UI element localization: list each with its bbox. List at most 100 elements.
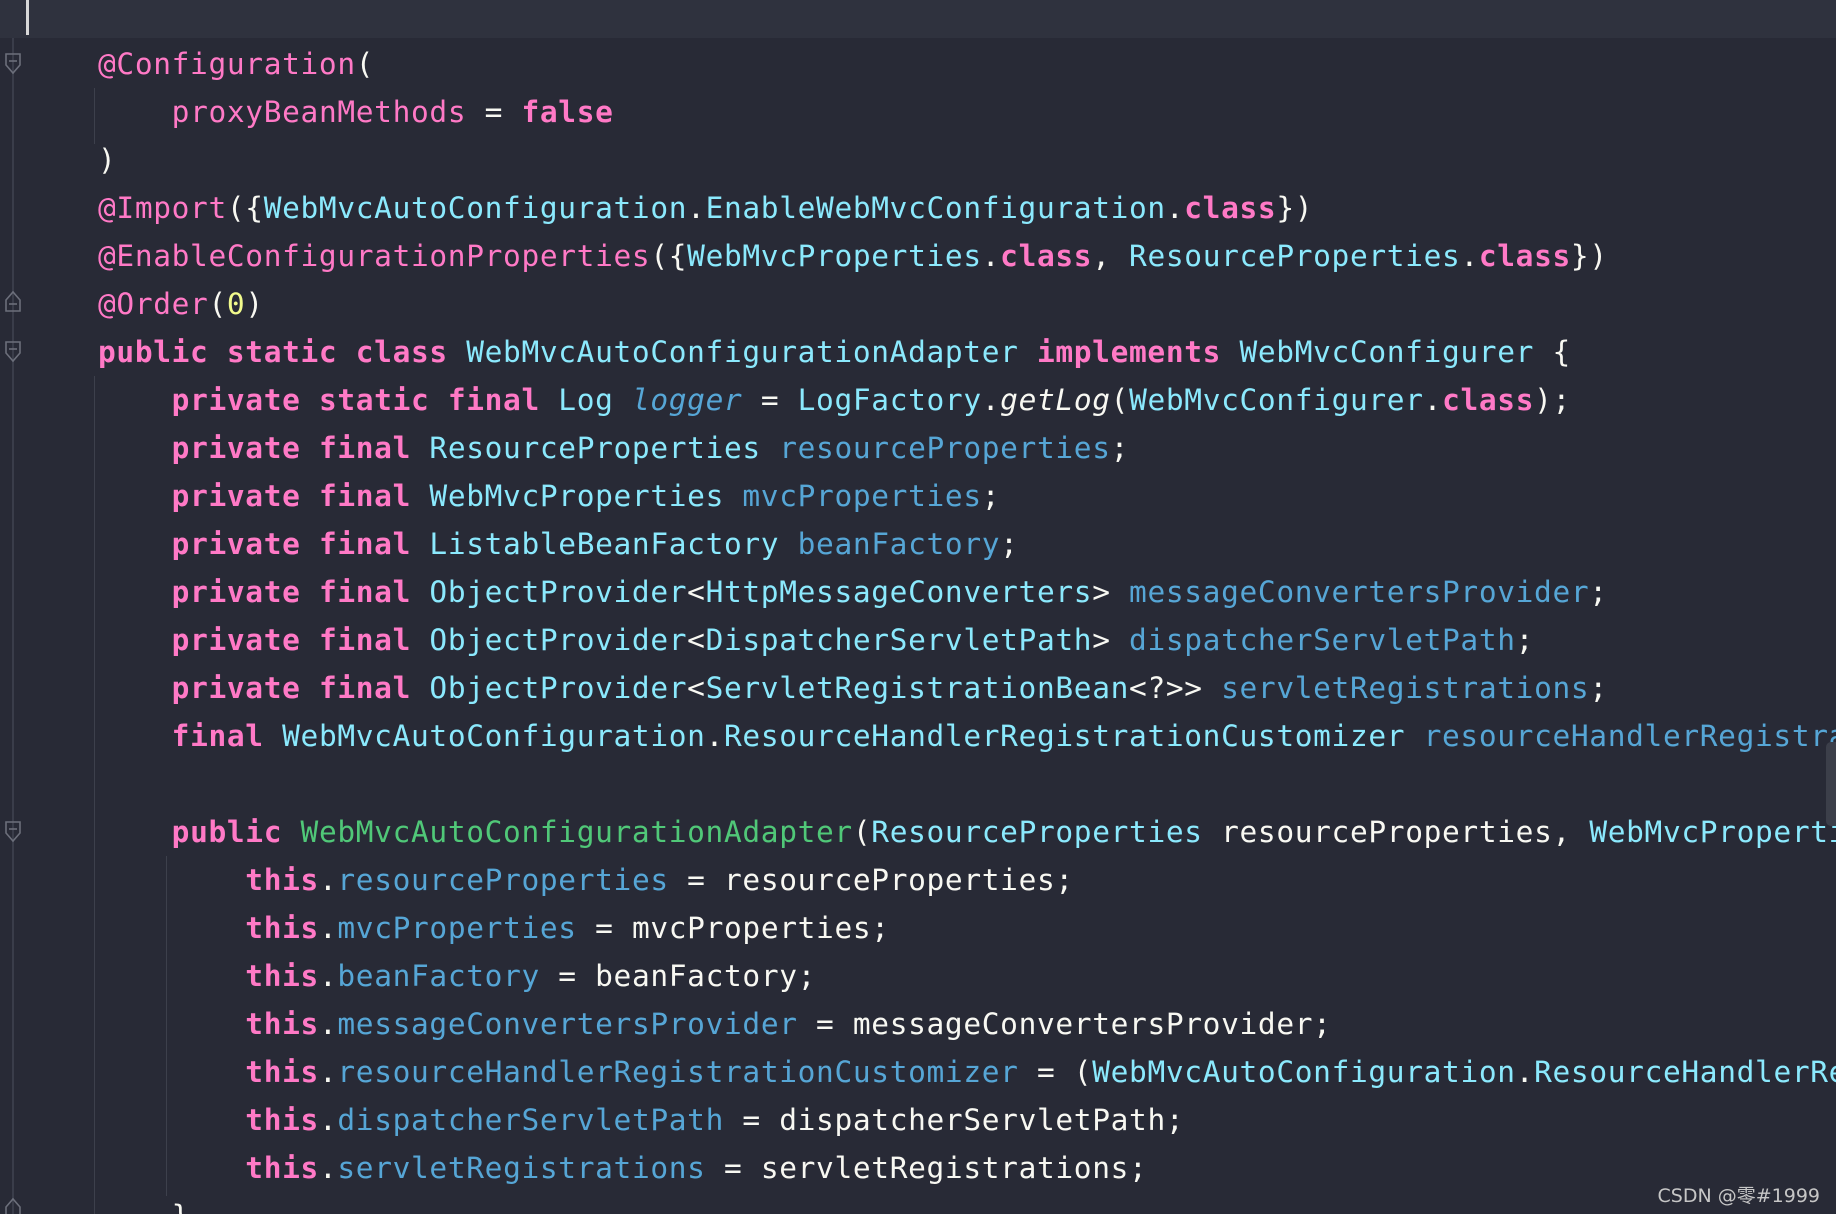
keyword-token: private final bbox=[171, 575, 430, 609]
type-token: ResourceHandlerRegi bbox=[1534, 1055, 1836, 1089]
plain-token: . bbox=[318, 1151, 338, 1185]
type-token: WebMvcProperties bbox=[429, 479, 743, 513]
keyword-token: private final bbox=[171, 671, 430, 705]
field-token: mvcProperties bbox=[742, 479, 982, 513]
code-line[interactable]: } bbox=[98, 1192, 1836, 1214]
type-token: EnableWebMvcConfiguration bbox=[705, 191, 1166, 225]
plain-token: ; bbox=[1110, 431, 1130, 465]
plain-token: . bbox=[687, 191, 706, 225]
code-line[interactable]: this.dispatcherServletPath = dispatcherS… bbox=[98, 1096, 1836, 1144]
fold-marker-icon[interactable] bbox=[3, 1196, 23, 1214]
type-token: WebMvcAutoConfiguration bbox=[1092, 1055, 1516, 1089]
code-line[interactable]: private static final Log logger = LogFac… bbox=[98, 376, 1836, 424]
annotation-token: @Import bbox=[98, 191, 227, 225]
type-token: WebMvcAutoConfiguration bbox=[282, 719, 706, 753]
keyword-token: class bbox=[1442, 383, 1535, 417]
type-token: WebMvcConfigurer bbox=[1129, 383, 1424, 417]
field-token: beanFactory bbox=[337, 959, 540, 993]
plain-token: . bbox=[1460, 239, 1479, 273]
code-line[interactable]: @EnableConfigurationProperties({WebMvcPr… bbox=[98, 232, 1836, 280]
plain-token: . bbox=[1165, 191, 1185, 225]
code-line[interactable]: @Configuration( bbox=[98, 40, 1836, 88]
type-token: ObjectProvider bbox=[429, 671, 688, 705]
fold-marker-icon[interactable] bbox=[3, 52, 23, 76]
plain-token: resourceProperties, bbox=[1221, 815, 1590, 849]
type-token: ObjectProvider bbox=[429, 623, 688, 657]
field-token: dispatcherServletPath bbox=[337, 1103, 724, 1137]
editor-top-strip bbox=[0, 0, 1836, 38]
scrollbar-thumb[interactable] bbox=[1826, 742, 1836, 826]
plain-token: = dispatcherServletPath; bbox=[724, 1103, 1185, 1137]
type-token: WebMvcProperties bbox=[687, 239, 982, 273]
plain-token: . bbox=[705, 719, 724, 753]
plain-token: ) bbox=[245, 287, 264, 321]
code-line[interactable]: @Order(0) bbox=[98, 280, 1836, 328]
indent-guide bbox=[94, 88, 95, 144]
fold-marker-icon[interactable] bbox=[3, 289, 23, 313]
indent-guide bbox=[94, 376, 95, 1214]
keyword-token: false bbox=[521, 95, 614, 129]
code-line[interactable]: ​ bbox=[98, 760, 1836, 808]
keyword-token: this bbox=[245, 1055, 319, 1089]
field-token: resourceHandlerRegistrationCustomizer bbox=[337, 1055, 1019, 1089]
plain-token: . bbox=[981, 239, 1001, 273]
code-editor[interactable]: @Configuration( proxyBeanMethods = false… bbox=[0, 0, 1836, 1214]
plain-token: . bbox=[318, 863, 338, 897]
code-line[interactable]: this.messageConvertersProvider = message… bbox=[98, 1000, 1836, 1048]
plain-token: = bbox=[742, 383, 798, 417]
code-line[interactable]: this.resourceProperties = resourceProper… bbox=[98, 856, 1836, 904]
code-line[interactable]: this.servletRegistrations = servletRegis… bbox=[98, 1144, 1836, 1192]
plain-token: ; bbox=[981, 479, 1001, 513]
keyword-token: this bbox=[245, 1103, 319, 1137]
code-line[interactable]: private final ObjectProvider<HttpMessage… bbox=[98, 568, 1836, 616]
code-line[interactable]: public static class WebMvcAutoConfigurat… bbox=[98, 328, 1836, 376]
code-line[interactable]: proxyBeanMethods = false bbox=[98, 88, 1836, 136]
code-line[interactable]: @Import({WebMvcAutoConfiguration.EnableW… bbox=[98, 184, 1836, 232]
keyword-token: this bbox=[245, 1151, 319, 1185]
plain-token: ; bbox=[1589, 575, 1608, 609]
code-line[interactable]: private final ResourceProperties resourc… bbox=[98, 424, 1836, 472]
code-line[interactable]: private final ObjectProvider<DispatcherS… bbox=[98, 616, 1836, 664]
plain-token: = servletRegistrations; bbox=[705, 1151, 1148, 1185]
plain-token: ( bbox=[852, 815, 872, 849]
code-line[interactable]: private final WebMvcProperties mvcProper… bbox=[98, 472, 1836, 520]
code-line[interactable]: this.resourceHandlerRegistrationCustomiz… bbox=[98, 1048, 1836, 1096]
code-line[interactable]: private final ListableBeanFactory beanFa… bbox=[98, 520, 1836, 568]
type-token: ResourceProperties bbox=[871, 815, 1222, 849]
watermark-text: CSDN @零#1999 bbox=[1657, 1185, 1820, 1207]
field-token: messageConvertersProvider bbox=[337, 1007, 798, 1041]
fold-marker-icon[interactable] bbox=[3, 340, 23, 364]
code-line[interactable]: this.beanFactory = beanFactory; bbox=[98, 952, 1836, 1000]
annotation-token: @EnableConfigurationProperties bbox=[98, 239, 651, 273]
code-line[interactable]: public WebMvcAutoConfigurationAdapter(Re… bbox=[98, 808, 1836, 856]
plain-token: . bbox=[981, 383, 1001, 417]
type-token: ResourceProperties bbox=[429, 431, 780, 465]
code-area[interactable]: @Configuration( proxyBeanMethods = false… bbox=[98, 40, 1836, 1214]
field-token: dispatcherServletPath bbox=[1129, 623, 1516, 657]
fold-marker-icon[interactable] bbox=[3, 820, 23, 844]
keyword-token: class bbox=[1184, 191, 1277, 225]
keyword-token: final bbox=[171, 719, 283, 753]
type-token: LogFactory bbox=[797, 383, 982, 417]
plain-token: . bbox=[318, 1055, 338, 1089]
code-line[interactable]: this.mvcProperties = mvcProperties; bbox=[98, 904, 1836, 952]
type-token: ResourceProperties bbox=[1129, 239, 1461, 273]
field-token: servletRegistrations bbox=[1221, 671, 1590, 705]
plain-token: ); bbox=[1534, 383, 1571, 417]
code-line[interactable]: final WebMvcAutoConfiguration.ResourceHa… bbox=[98, 712, 1836, 760]
plain-token: < bbox=[687, 671, 706, 705]
plain-token: . bbox=[318, 959, 338, 993]
code-line[interactable]: private final ObjectProvider<ServletRegi… bbox=[98, 664, 1836, 712]
field-token: beanFactory bbox=[797, 527, 1001, 561]
code-line[interactable]: ) bbox=[98, 136, 1836, 184]
keyword-token: private final bbox=[171, 479, 430, 513]
